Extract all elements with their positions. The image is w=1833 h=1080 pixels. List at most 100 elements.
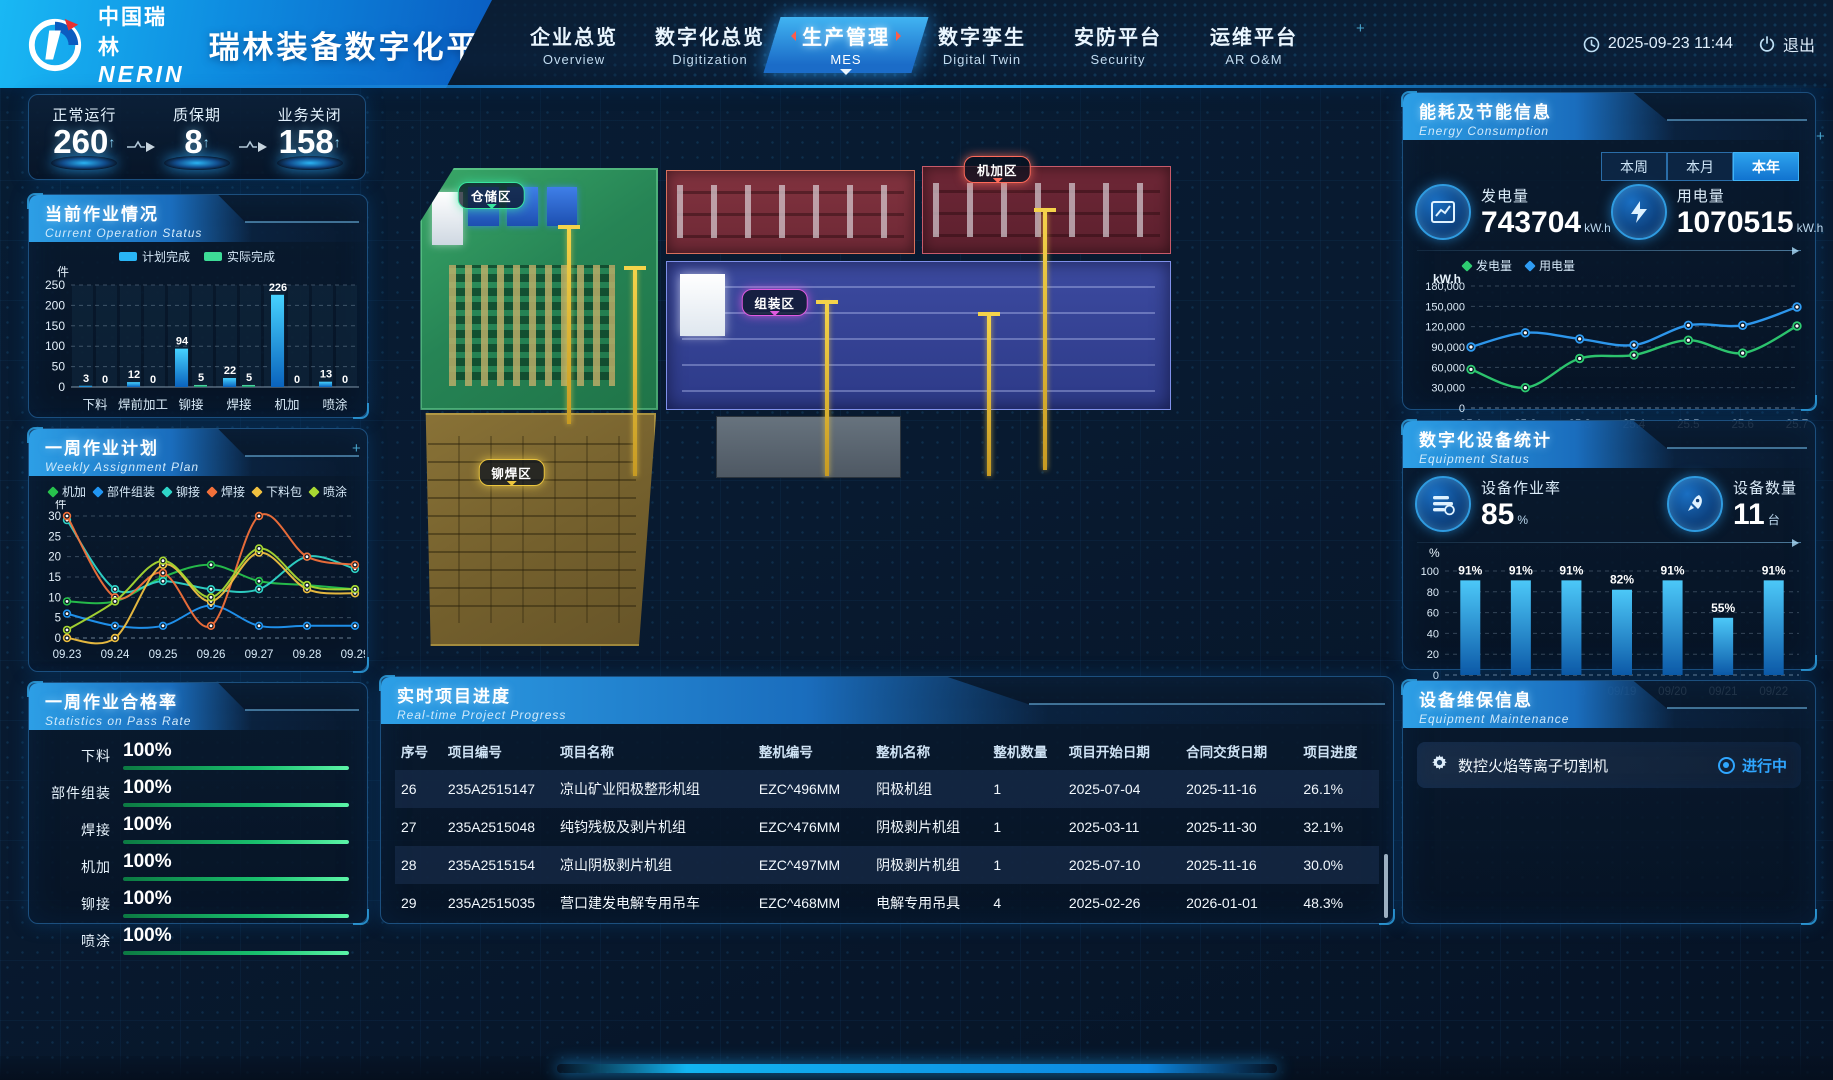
panel-title: 当前作业情况 bbox=[45, 200, 367, 225]
svg-text:机加: 机加 bbox=[274, 398, 299, 412]
svg-text:09.27: 09.27 bbox=[245, 649, 274, 661]
svg-text:15: 15 bbox=[48, 572, 61, 584]
legend-label: 计划完成 bbox=[142, 248, 190, 265]
svg-text:80: 80 bbox=[1427, 587, 1439, 599]
svg-text:91%: 91% bbox=[1661, 563, 1685, 577]
pass-rate-label: 部件组装 bbox=[39, 783, 111, 807]
map-zone-label-machining[interactable]: 机加区 bbox=[964, 156, 1031, 183]
svg-text:20: 20 bbox=[1427, 649, 1439, 661]
svg-text:0: 0 bbox=[342, 374, 348, 386]
svg-text:91%: 91% bbox=[1509, 563, 1533, 577]
table-cell: 电解专用吊具 bbox=[870, 884, 987, 922]
table-column-header: 合同交货日期 bbox=[1180, 732, 1297, 770]
stat-value: 743704 bbox=[1481, 206, 1581, 239]
consumption-stat: 用电量 1070515kW.h bbox=[1611, 184, 1823, 240]
map-zone-assembly bbox=[666, 261, 1171, 411]
stat-label: 发电量 bbox=[1481, 185, 1611, 206]
map-crane bbox=[987, 315, 991, 476]
table-cell: 阴极剥片机组 bbox=[870, 846, 987, 884]
legend-label: 铆接 bbox=[176, 483, 200, 500]
legend-marker-icon bbox=[119, 252, 137, 261]
tab-label-en: AR O&M bbox=[1225, 52, 1282, 67]
svg-text:0: 0 bbox=[150, 374, 156, 386]
table-scrollbar[interactable] bbox=[1384, 854, 1388, 918]
table-cell: 26.1% bbox=[1297, 770, 1379, 808]
svg-text:09.23: 09.23 bbox=[53, 649, 82, 661]
svg-text:120,000: 120,000 bbox=[1425, 322, 1465, 334]
map-zone-welding bbox=[408, 413, 656, 646]
table-cell: 2025-11-16 bbox=[1180, 846, 1297, 884]
svg-text:60,000: 60,000 bbox=[1431, 362, 1465, 374]
map-crane bbox=[567, 228, 571, 424]
weekly-line-chart: 051015202530件09.2309.2409.2509.2609.2709… bbox=[31, 500, 365, 666]
tab-text: 数字化总览 bbox=[655, 21, 765, 50]
energy-tab-本年[interactable]: 本年 bbox=[1733, 152, 1799, 181]
energy-tab-本周[interactable]: 本周 bbox=[1601, 152, 1667, 181]
tab-mes[interactable]: 生产管理MES bbox=[782, 13, 910, 75]
legend-item: 焊接 bbox=[208, 483, 245, 500]
tab-label-zh: 安防平台 bbox=[1074, 21, 1162, 50]
tab-ar-o-m[interactable]: 运维平台AR O&M bbox=[1190, 13, 1318, 75]
map-zone-label-welding[interactable]: 铆焊区 bbox=[478, 459, 545, 486]
map-machine-rows bbox=[677, 185, 904, 238]
pass-rate-label: 铆接 bbox=[39, 894, 111, 918]
svg-text:0: 0 bbox=[1459, 403, 1465, 415]
table-column-header: 项目进度 bbox=[1297, 732, 1379, 770]
svg-text:100: 100 bbox=[1421, 566, 1439, 578]
table-row[interactable]: 29235A2515035营口建发电解专用吊车EZC^468MM电解专用吊具42… bbox=[395, 884, 1379, 922]
logo-en: NERIN bbox=[98, 61, 185, 88]
energy-line-chart: 030,00060,00090,000120,000150,000180,000… bbox=[1409, 274, 1809, 436]
svg-text:下料: 下料 bbox=[82, 398, 108, 412]
legend-item: 实际完成 bbox=[204, 248, 275, 265]
divider bbox=[1417, 250, 1801, 251]
maintenance-status-badge: 进行中 bbox=[1718, 755, 1787, 776]
operation-legend: 计划完成实际完成 bbox=[119, 248, 367, 265]
maintenance-item[interactable]: 数控火焰等离子切割机进行中 bbox=[1417, 742, 1801, 788]
panel-maintenance: 设备维保信息 Equipment Maintenance 数控火焰等离子切割机进… bbox=[1402, 680, 1816, 924]
logout-button[interactable]: 退出 bbox=[1759, 32, 1815, 56]
svg-text:0: 0 bbox=[102, 374, 108, 386]
table-row[interactable]: 27235A2515048纯钧残极及剥片机组EZC^476MM阴极剥片机组120… bbox=[395, 808, 1379, 846]
legend-marker-icon bbox=[47, 486, 58, 497]
map-zone-label-storage[interactable]: 仓储区 bbox=[458, 182, 525, 209]
map-zone-machining-a bbox=[666, 170, 915, 254]
table-cell: 2025-07-10 bbox=[1063, 846, 1180, 884]
tab-digitization[interactable]: 数字化总览Digitization bbox=[646, 13, 774, 75]
tab-label-zh: 数字孪生 bbox=[938, 21, 1026, 50]
table-cell: EZC^476MM bbox=[753, 808, 870, 846]
table-cell: 29 bbox=[395, 884, 442, 922]
table-row[interactable]: 26235A2515147凉山矿业阳极整形机组EZC^496MM阳极机组1202… bbox=[395, 770, 1379, 808]
project-progress-table: 序号项目编号项目名称整机编号整机名称整机数量项目开始日期合同交货日期项目进度 2… bbox=[395, 732, 1379, 922]
map-zone-label-assembly[interactable]: 组装区 bbox=[741, 289, 808, 316]
panel-project-progress: 实时项目进度 Real-time Project Progress 序号项目编号… bbox=[380, 676, 1394, 924]
legend-marker-icon bbox=[204, 252, 222, 261]
table-cell: 235A2515048 bbox=[442, 808, 554, 846]
energy-tab-本月[interactable]: 本月 bbox=[1667, 152, 1733, 181]
pass-rate-bar-fill bbox=[123, 877, 349, 881]
svg-text:09.26: 09.26 bbox=[197, 649, 226, 661]
stat-unit: % bbox=[1517, 513, 1528, 527]
tab-label-zh: 生产管理 bbox=[786, 21, 906, 50]
tab-security[interactable]: 安防平台Security bbox=[1054, 13, 1182, 75]
pass-rate-value: 100% bbox=[123, 814, 349, 836]
chart-icon bbox=[1415, 184, 1471, 240]
divider bbox=[1417, 542, 1801, 543]
pass-rate-bar bbox=[123, 803, 349, 807]
table-cell: EZC^468MM bbox=[753, 884, 870, 922]
table-cell: 30.0% bbox=[1297, 846, 1379, 884]
logo-cn: 中国瑞林 bbox=[98, 1, 185, 61]
legend-item: 用电量 bbox=[1526, 257, 1575, 274]
table-row[interactable]: 28235A2515154凉山阴极剥片机组EZC^497MM阴极剥片机组1202… bbox=[395, 846, 1379, 884]
pass-rate-bar-fill bbox=[123, 840, 349, 844]
footer-glow-bar bbox=[557, 1064, 1277, 1073]
panel-header: 设备维保信息 Equipment Maintenance bbox=[1403, 681, 1815, 728]
svg-text:09.24: 09.24 bbox=[101, 649, 130, 661]
legend-item: 喷涂 bbox=[310, 483, 347, 500]
pass-rate-row: 机加100% bbox=[39, 851, 349, 881]
up-arrow-icon: ↑ bbox=[203, 134, 210, 150]
legend-item: 发电量 bbox=[1463, 257, 1512, 274]
svg-text:件: 件 bbox=[55, 500, 67, 511]
tab-overview[interactable]: 企业总览Overview bbox=[510, 13, 638, 75]
svg-text:09.29: 09.29 bbox=[341, 649, 365, 661]
tab-digital-twin[interactable]: 数字孪生Digital Twin bbox=[918, 13, 1046, 75]
